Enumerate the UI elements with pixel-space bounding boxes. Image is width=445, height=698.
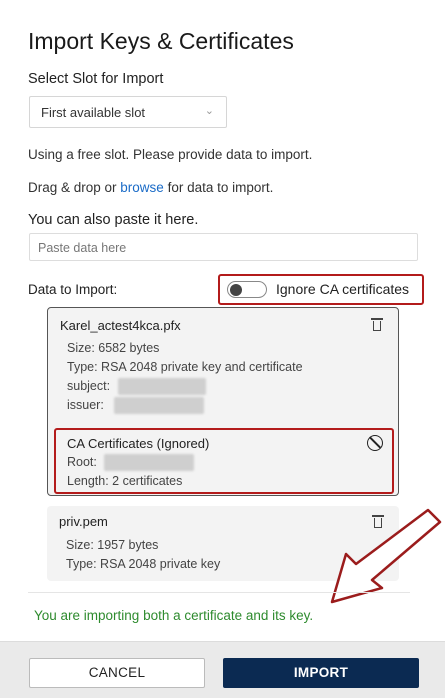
ca-length: Length: 2 certificates (67, 474, 183, 488)
drag-drop-text: Drag & drop or browse for data to import… (28, 180, 273, 195)
ignore-ca-label: Ignore CA certificates (276, 281, 410, 297)
slot-select[interactable]: First available slot ⌄ (29, 96, 227, 128)
dialog-footer: CANCEL IMPORT (0, 641, 445, 698)
ignore-ca-highlight: Ignore CA certificates (218, 274, 424, 305)
file-type: Type: RSA 2048 private key and certifica… (67, 360, 303, 374)
subject-label: subject: (67, 379, 111, 393)
ignore-ca-toggle[interactable] (227, 281, 267, 298)
data-to-import-label: Data to Import: (28, 282, 118, 297)
file-size: Size: 6582 bytes (67, 341, 160, 355)
import-button[interactable]: IMPORT (223, 658, 419, 688)
file-name: priv.pem (59, 514, 108, 529)
redacted-issuer (114, 397, 204, 414)
drag-suffix: for data to import. (163, 180, 274, 195)
trash-icon[interactable] (371, 318, 383, 331)
ignored-icon (367, 435, 383, 451)
paste-label: You can also paste it here. (28, 212, 199, 228)
ca-root-label: Root: (67, 455, 97, 469)
dialog-title: Import Keys & Certificates (28, 28, 294, 54)
file-size: Size: 1957 bytes (66, 538, 159, 552)
redacted-subject (118, 378, 206, 395)
annotation-arrow-icon (330, 508, 442, 604)
ca-title: CA Certificates (Ignored) (67, 436, 210, 451)
browse-link[interactable]: browse (120, 180, 164, 195)
file-name: Karel_actest4kca.pfx (60, 318, 181, 333)
issuer-label: issuer: (67, 398, 104, 412)
cancel-button[interactable]: CANCEL (29, 658, 205, 688)
slot-label: Select Slot for Import (28, 71, 164, 87)
slot-select-value: First available slot (41, 105, 146, 120)
ca-certificates-box: CA Certificates (Ignored) Root: Length: … (54, 428, 394, 494)
drag-prefix: Drag & drop or (28, 180, 121, 195)
file-card-pfx: Karel_actest4kca.pfx Size: 6582 bytes Ty… (47, 307, 399, 496)
file-type: Type: RSA 2048 private key (66, 557, 221, 571)
success-message: You are importing both a certificate and… (34, 608, 314, 623)
paste-input[interactable]: Paste data here (29, 233, 418, 261)
free-slot-message: Using a free slot. Please provide data t… (28, 147, 313, 162)
toggle-knob (230, 283, 242, 296)
divider (28, 592, 410, 593)
chevron-down-icon: ⌄ (204, 105, 214, 117)
redacted-root (104, 454, 194, 471)
